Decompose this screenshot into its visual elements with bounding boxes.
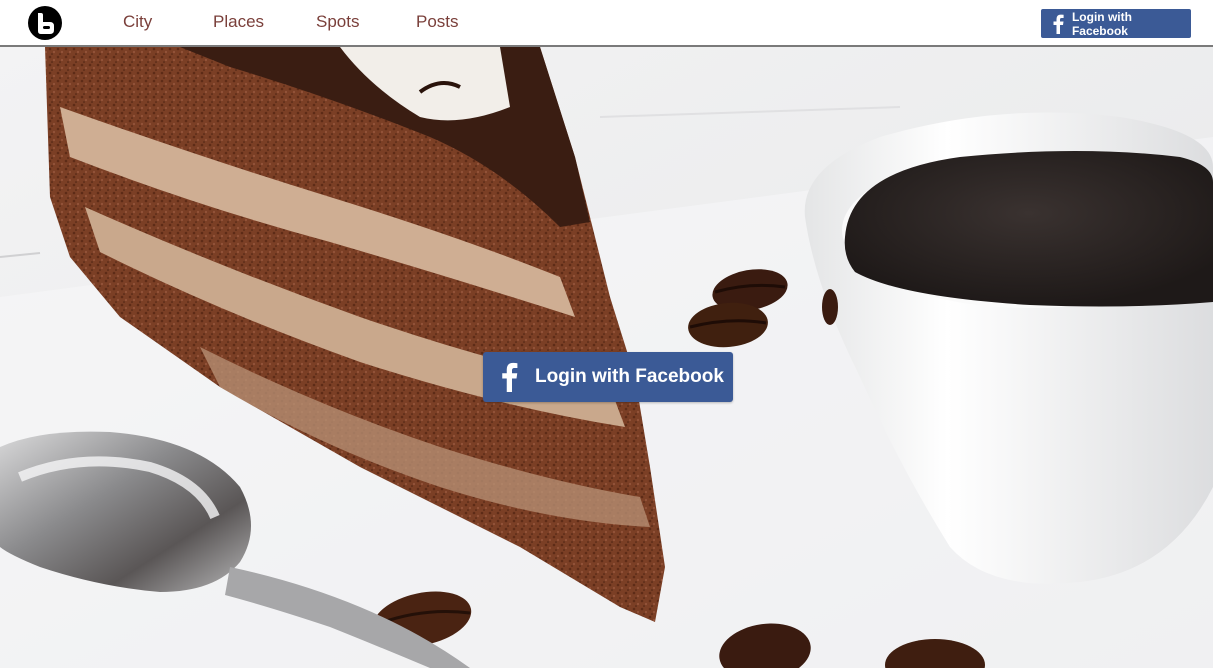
facebook-f-icon bbox=[1047, 9, 1069, 38]
hero-background-image: Login with Facebook bbox=[0, 47, 1213, 668]
nav-item-spots[interactable]: Spots bbox=[316, 12, 359, 32]
header-facebook-login-button[interactable]: Login with Facebook bbox=[1041, 9, 1191, 38]
hero-facebook-login-label: Login with Facebook bbox=[535, 366, 724, 387]
nav-item-posts[interactable]: Posts bbox=[416, 12, 459, 32]
blogger-b-icon[interactable] bbox=[27, 5, 63, 41]
top-navbar: City Places Spots Posts Login with Faceb… bbox=[0, 0, 1213, 47]
nav-item-city[interactable]: City bbox=[123, 12, 152, 32]
nav-item-places[interactable]: Places bbox=[213, 12, 264, 32]
header-facebook-login-label: Login with Facebook bbox=[1071, 9, 1132, 38]
facebook-f-icon bbox=[491, 352, 527, 402]
hero-facebook-login-button[interactable]: Login with Facebook bbox=[483, 352, 733, 402]
